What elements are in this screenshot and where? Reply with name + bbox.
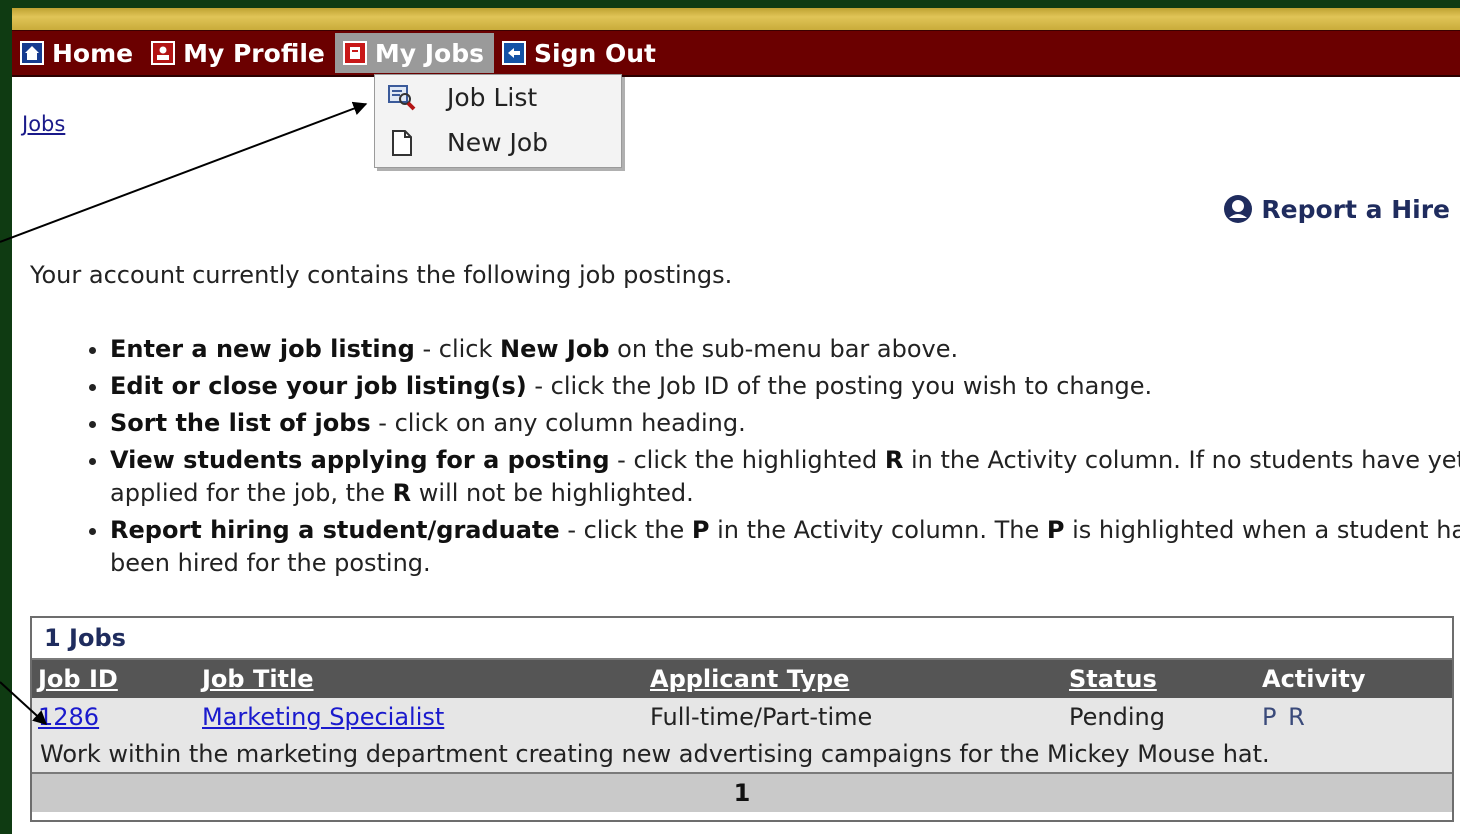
column-header-applicant-type[interactable]: Applicant Type — [650, 660, 849, 698]
my-jobs-dropdown: Job List New Job — [374, 74, 622, 168]
instruction-item: Enter a new job listing - click New Job … — [110, 333, 1460, 366]
dropdown-new-job-label: New Job — [447, 128, 549, 157]
dropdown-new-job[interactable]: New Job — [375, 120, 621, 165]
column-header-job-title[interactable]: Job Title — [202, 660, 314, 698]
instruction-bold: Report hiring a student/graduate — [110, 516, 560, 544]
instruction-text: in the Activity column. The — [709, 516, 1047, 544]
menu-my-profile[interactable]: My Profile — [143, 34, 335, 72]
menu-home[interactable]: Home — [12, 34, 143, 72]
profile-icon — [151, 41, 176, 65]
instruction-bold: Enter a new job listing — [110, 335, 415, 363]
job-id-link[interactable]: 1286 — [38, 703, 99, 731]
main-menu-bar: Home My Profile My Jobs Sign Out — [12, 30, 1460, 77]
instruction-bold: Sort the list of jobs — [110, 409, 371, 437]
menu-sign-out[interactable]: Sign Out — [494, 34, 666, 72]
job-title-link[interactable]: Marketing Specialist — [202, 703, 444, 731]
dropdown-job-list[interactable]: Job List — [375, 75, 621, 120]
instruction-text: will not be highlighted. — [411, 479, 694, 507]
instruction-item: View students applying for a posting - c… — [110, 444, 1460, 510]
dropdown-job-list-label: Job List — [447, 83, 538, 112]
instruction-bold: P — [1046, 516, 1065, 544]
instructions-list: Enter a new job listing - click New Job … — [78, 333, 1460, 584]
instruction-text: - click the — [559, 516, 692, 544]
jobs-icon — [342, 41, 367, 65]
table-row: 1286 Marketing Specialist Full-time/Part… — [32, 698, 1452, 736]
instruction-bold: R — [884, 446, 904, 474]
activity-cell[interactable]: P R — [1262, 698, 1307, 736]
header-gold-bar — [12, 8, 1460, 30]
instruction-bold: Edit or close your job listing(s) — [110, 372, 527, 400]
jobs-table: 1 Jobs Job ID Job Title Applicant Type S… — [30, 616, 1454, 822]
menu-my-profile-label: My Profile — [183, 38, 325, 68]
column-header-activity: Activity — [1262, 665, 1366, 693]
new-job-icon — [387, 128, 417, 158]
report-hire-link[interactable]: Report a Hire — [1223, 194, 1450, 224]
instruction-text: - click the Job ID of the posting you wi… — [526, 372, 1153, 400]
signout-icon — [502, 41, 527, 65]
column-header-status[interactable]: Status — [1069, 660, 1157, 698]
instruction-bold: View students applying for a posting — [110, 446, 610, 474]
instruction-item: Sort the list of jobs - click on any col… — [110, 407, 1460, 440]
report-hire-label: Report a Hire — [1261, 194, 1450, 224]
menu-home-label: Home — [52, 38, 134, 68]
instruction-text: - click the highlighted — [609, 446, 885, 474]
report-hire-icon — [1223, 194, 1253, 224]
breadcrumb-jobs[interactable]: Jobs — [22, 112, 65, 136]
instruction-text: on the sub-menu bar above. — [609, 335, 959, 363]
menu-sign-out-label: Sign Out — [534, 38, 656, 68]
applicant-type-cell: Full-time/Part-time — [650, 703, 873, 731]
instruction-item: Report hiring a student/graduate - click… — [110, 514, 1460, 580]
intro-text: Your account currently contains the foll… — [30, 261, 733, 289]
column-header-job-id[interactable]: Job ID — [38, 660, 118, 698]
pagination: 1 — [32, 772, 1452, 812]
table-header-row: Job ID Job Title Applicant Type Status A… — [32, 660, 1452, 698]
instruction-item: Edit or close your job listing(s) - clic… — [110, 370, 1460, 403]
instruction-text: - click — [414, 335, 500, 363]
job-list-icon — [387, 83, 417, 113]
menu-my-jobs-label: My Jobs — [374, 38, 485, 68]
instruction-bold: R — [392, 479, 412, 507]
page-frame: Home My Profile My Jobs Sign Out Job Lis… — [12, 8, 1460, 834]
job-title-cell: Marketing Specialist — [202, 698, 444, 736]
job-description: Work within the marketing department cre… — [32, 736, 1452, 772]
job-id-cell: 1286 — [38, 698, 99, 736]
instruction-bold: New Job — [500, 335, 610, 363]
status-cell: Pending — [1069, 703, 1165, 731]
menu-my-jobs[interactable]: My Jobs — [334, 33, 495, 73]
page-number[interactable]: 1 — [734, 779, 751, 807]
jobs-count: 1 Jobs — [32, 618, 1452, 660]
instruction-text: - click on any column heading. — [370, 409, 746, 437]
home-icon — [20, 41, 44, 65]
instruction-bold: P — [691, 516, 710, 544]
